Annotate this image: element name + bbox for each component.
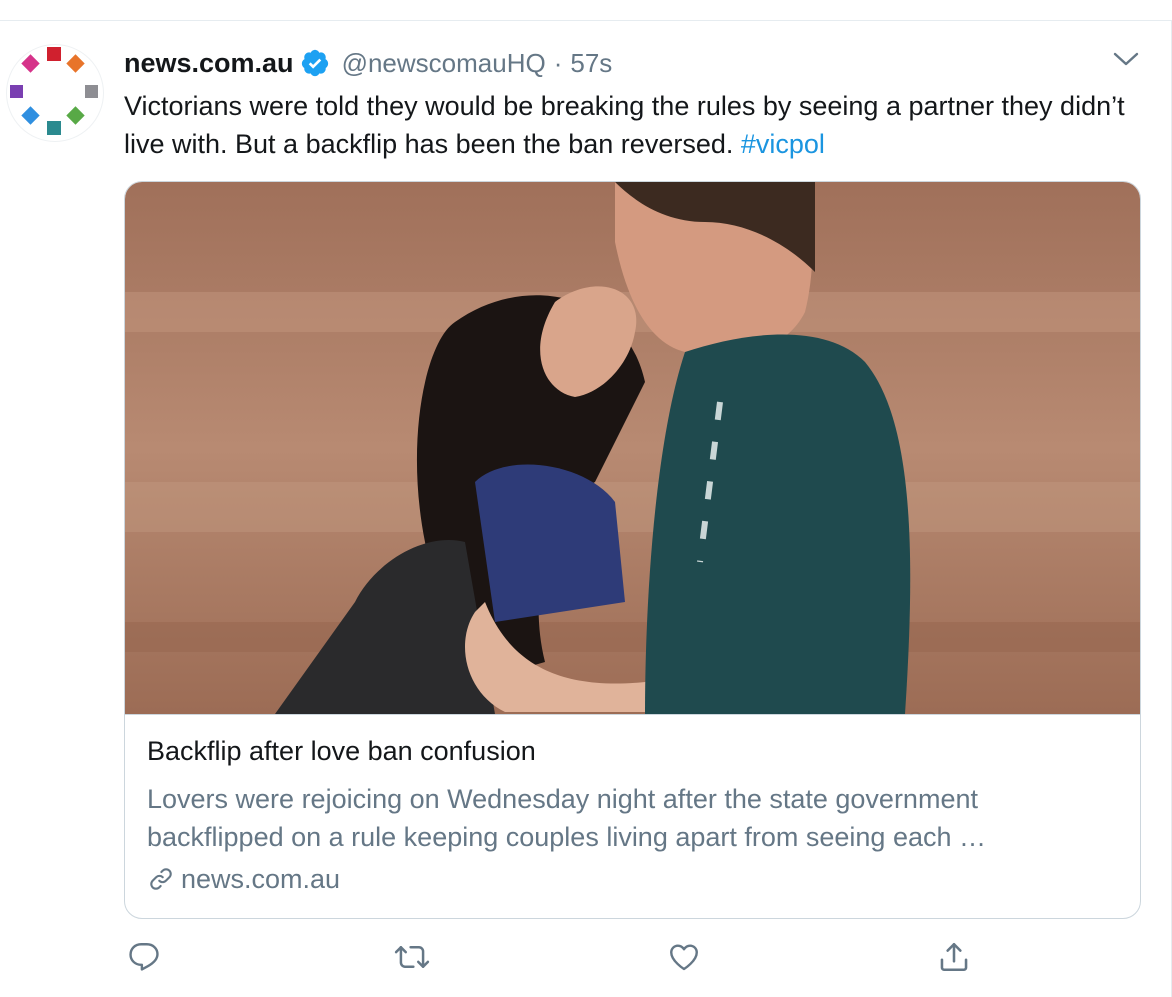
card-title[interactable]: Backflip after love ban confusion <box>147 736 536 767</box>
reply-button[interactable] <box>124 935 164 979</box>
chevron-down-icon[interactable] <box>1112 49 1140 69</box>
user-handle[interactable]: @newscomauHQ <box>342 48 546 79</box>
share-button[interactable] <box>934 935 974 979</box>
card-source-label: news.com.au <box>181 863 341 894</box>
hashtag-link[interactable]: #vicpol <box>741 129 825 159</box>
heart-icon <box>670 944 698 971</box>
tweet-header: news.com.au @newscomauHQ · 57s <box>124 45 612 81</box>
verified-badge-icon <box>300 48 330 78</box>
reply-icon <box>129 943 159 971</box>
link-icon <box>150 868 172 890</box>
tweet[interactable]: news.com.au @newscomauHQ · 57s Victorian… <box>0 21 1171 997</box>
card-source[interactable]: news.com.au <box>147 862 340 896</box>
separator-dot: · <box>553 47 563 78</box>
share-icon <box>940 942 968 972</box>
retweet-button[interactable] <box>392 935 432 979</box>
tweet-body: Victorians were told they would be break… <box>124 91 1125 159</box>
like-button[interactable] <box>664 935 704 979</box>
card-image[interactable] <box>125 182 1140 715</box>
tweet-actions <box>124 935 1084 979</box>
retweet-icon <box>394 946 430 968</box>
timestamp[interactable]: 57s <box>570 48 612 79</box>
avatar[interactable] <box>6 44 104 142</box>
card-description: Lovers were rejoicing on Wednesday night… <box>147 784 987 852</box>
tweet-text: Victorians were told they would be break… <box>124 87 1134 163</box>
news-logo-icon <box>10 47 98 135</box>
display-name[interactable]: news.com.au <box>124 48 294 79</box>
link-card[interactable]: Backflip after love ban confusion Lovers… <box>124 181 1141 919</box>
